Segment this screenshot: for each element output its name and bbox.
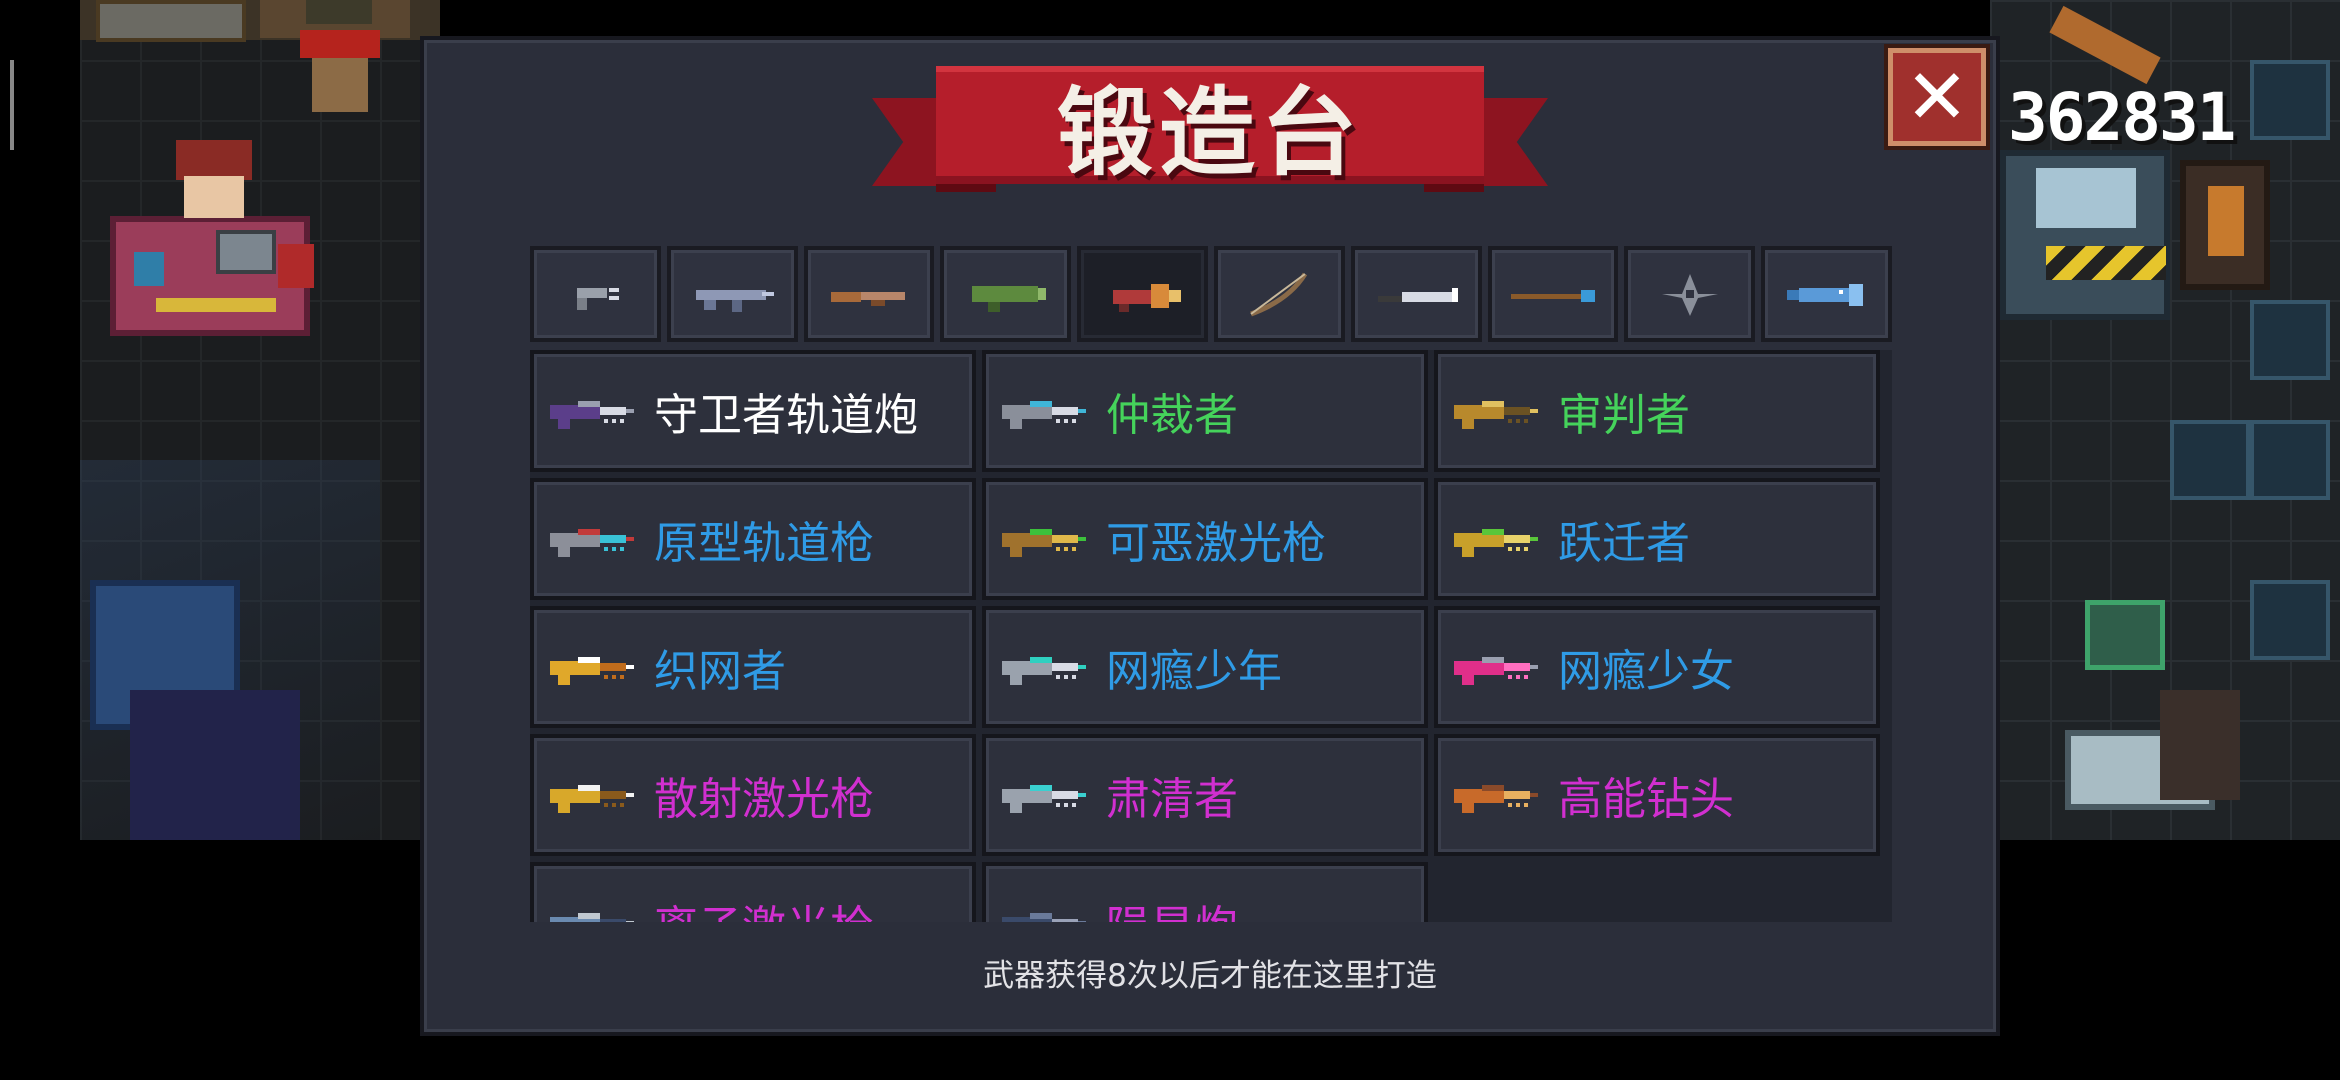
lantern xyxy=(2180,160,2270,290)
weapon-name: 肃清者 xyxy=(1106,774,1238,825)
tab-fish[interactable] xyxy=(1761,246,1892,342)
meteor-cannon-icon xyxy=(1002,913,1086,922)
close-button[interactable]: ✕ xyxy=(1888,48,1986,146)
drill-icon xyxy=(1454,785,1538,813)
shop-clerk xyxy=(170,140,260,230)
weapon-card[interactable]: 守卫者轨道炮 xyxy=(530,350,976,472)
rifle-icon xyxy=(696,290,775,312)
purger-icon xyxy=(1002,785,1086,813)
shotgun-icon xyxy=(830,292,905,306)
weapon-name: 高能钻头 xyxy=(1558,774,1734,825)
railgun-icon xyxy=(550,401,634,429)
weapon-card[interactable]: 高能钻头 xyxy=(1434,734,1880,856)
green-chest xyxy=(2085,600,2165,670)
weapon-name: 网瘾少女 xyxy=(1558,646,1734,697)
weapon-card[interactable]: 离子激光枪 xyxy=(530,862,976,922)
robot-npc xyxy=(2160,690,2240,800)
web-gun-icon xyxy=(550,657,634,685)
weapon-card[interactable]: 仲裁者 xyxy=(982,350,1428,472)
title-banner: 锻造台 xyxy=(872,66,1548,218)
tab-sword[interactable] xyxy=(1350,246,1482,342)
weapon-category-tabs xyxy=(530,246,1892,342)
gold-rifle-icon xyxy=(1454,401,1538,429)
weapon-card[interactable]: 网瘾少女 xyxy=(1434,606,1880,728)
tab-laser-gun[interactable] xyxy=(1077,246,1208,342)
warp-gun-icon xyxy=(1454,529,1538,557)
laser-rifle-icon xyxy=(1002,401,1086,429)
tab-shotgun[interactable] xyxy=(803,246,935,342)
weapon-name: 织网者 xyxy=(654,646,786,697)
ribbon-main: 锻造台 xyxy=(936,66,1484,189)
weapon-card[interactable]: 原型轨道枪 xyxy=(530,478,976,600)
weapon-card[interactable]: 肃清者 xyxy=(982,734,1428,856)
weapon-name: 仲裁者 xyxy=(1106,390,1238,441)
bow-icon xyxy=(1250,272,1308,317)
launcher-icon xyxy=(971,286,1046,312)
net-boy-icon xyxy=(1002,657,1086,685)
weapon-name: 散射激光枪 xyxy=(654,774,874,825)
weapon-card[interactable]: 可恶激光枪 xyxy=(982,478,1428,600)
wall-box xyxy=(2250,420,2330,500)
weapon-name: 离子激光枪 xyxy=(654,891,874,922)
weapon-card[interactable]: 跃迁者 xyxy=(1434,478,1880,600)
weapon-name: 跃迁者 xyxy=(1558,518,1690,569)
wall-box xyxy=(2250,580,2330,660)
weapon-card[interactable]: 网瘾少年 xyxy=(982,606,1428,728)
weapon-grid: 守卫者轨道炮 仲裁者 审判者原型轨道枪 可恶激光枪 跃迁者织网者 网瘾少年 网瘾少女散射激光… xyxy=(530,350,1892,922)
weapon-list-scroll[interactable]: 守卫者轨道炮 仲裁者 审判者原型轨道枪 可恶激光枪 跃迁者织网者 网瘾少年 网瘾少女散射激光… xyxy=(530,350,1892,922)
laser-gun-icon xyxy=(1112,284,1181,312)
tab-spear[interactable] xyxy=(1487,246,1619,342)
net-girl-icon xyxy=(1454,657,1538,685)
npc-character xyxy=(300,0,380,120)
weapon-card[interactable]: 散射激光枪 xyxy=(530,734,976,856)
ion-laser-icon xyxy=(550,913,634,922)
pistol-icon xyxy=(577,288,620,310)
scatter-laser-icon xyxy=(550,785,634,813)
dark-block xyxy=(130,690,300,840)
currency-count: 362831 xyxy=(2008,79,2236,156)
edge-indicator xyxy=(10,60,14,150)
red-crate xyxy=(278,244,314,288)
forge-machine xyxy=(2000,150,2170,320)
sword-icon xyxy=(1378,288,1459,302)
close-icon: ✕ xyxy=(1905,52,1969,141)
shelf xyxy=(96,0,246,42)
weapon-card[interactable]: 织网者 xyxy=(530,606,976,728)
green-laser-icon xyxy=(1002,529,1086,557)
shuriken-icon xyxy=(1661,274,1718,316)
weapon-name: 网瘾少年 xyxy=(1106,646,1282,697)
tab-launcher[interactable] xyxy=(940,246,1072,342)
weapon-name: 可恶激光枪 xyxy=(1106,518,1326,569)
prototype-rail-icon xyxy=(550,529,634,557)
panel-title: 锻造台 xyxy=(1057,76,1363,189)
tab-pistol[interactable] xyxy=(530,246,661,342)
weapon-card[interactable]: 审判者 xyxy=(1434,350,1880,472)
weapon-name: 守卫者轨道炮 xyxy=(654,390,918,441)
forge-hint: 武器获得8次以后才能在这里打造 xyxy=(983,958,1437,994)
fish-icon xyxy=(1786,284,1863,306)
weapon-name: 审判者 xyxy=(1558,390,1690,441)
weapon-name: 陨星炮 xyxy=(1106,891,1238,922)
weapon-name: 原型轨道枪 xyxy=(654,518,874,569)
tab-shuriken[interactable] xyxy=(1624,246,1756,342)
tab-bow[interactable] xyxy=(1213,246,1345,342)
empty-slot xyxy=(1434,862,1880,922)
spear-icon xyxy=(1510,290,1595,302)
weapon-card[interactable]: 陨星炮 xyxy=(982,862,1428,922)
wall-box xyxy=(2250,300,2330,380)
wall-box xyxy=(2170,420,2250,500)
tab-rifle[interactable] xyxy=(666,246,798,342)
